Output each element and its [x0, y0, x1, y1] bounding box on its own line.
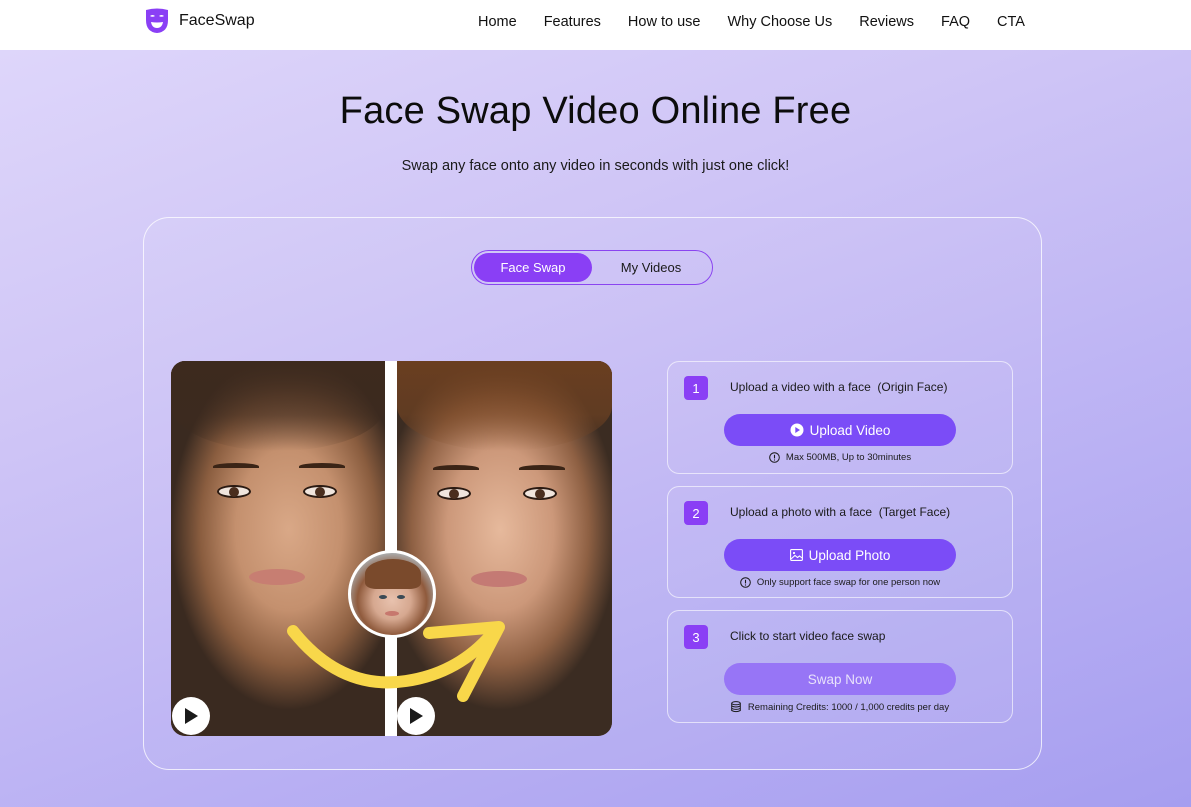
site-header: FaceSwap Home Features How to use Why Ch… [0, 0, 1191, 50]
swap-now-label: Swap Now [807, 671, 873, 687]
play-icon [410, 708, 423, 724]
target-face-thumbnail [348, 550, 436, 638]
face-swap-preview [171, 361, 612, 736]
play-icon [185, 708, 198, 724]
image-icon [789, 549, 803, 561]
database-icon [731, 701, 741, 713]
upload-photo-button[interactable]: Upload Photo [724, 539, 956, 571]
brand-name: FaceSwap [179, 12, 255, 29]
nav-how-to-use[interactable]: How to use [628, 13, 701, 31]
upload-video-label: Upload Video [809, 422, 891, 438]
tab-face-swap[interactable]: Face Swap [474, 253, 592, 282]
nav-reviews[interactable]: Reviews [859, 13, 914, 31]
nav-why-choose-us[interactable]: Why Choose Us [727, 13, 832, 31]
step-swap-now: 3 Click to start video face swap Swap No… [667, 610, 1013, 723]
nav-faq[interactable]: FAQ [941, 13, 970, 31]
remaining-credits: Remaining Credits: 1000 / 1,000 credits … [668, 701, 1012, 713]
page-title: Face Swap Video Online Free [339, 90, 852, 132]
step-number: 3 [684, 625, 708, 649]
step-number: 1 [684, 376, 708, 400]
upload-video-button[interactable]: Upload Video [724, 414, 956, 446]
step-number: 2 [684, 501, 708, 525]
nav-cta[interactable]: CTA [997, 13, 1025, 31]
tab-my-videos[interactable]: My Videos [592, 253, 710, 282]
upload-photo-label: Upload Photo [808, 547, 891, 563]
nav-features[interactable]: Features [544, 13, 601, 31]
step-upload-photo: 2 Upload a photo with a face (Target Fac… [667, 486, 1013, 598]
swapped-face-image [397, 361, 612, 736]
step-upload-video: 1 Upload a video with a face (Origin Fac… [667, 361, 1013, 474]
step-label: Click to start video face swap [730, 629, 886, 643]
swap-now-button[interactable]: Swap Now [724, 663, 956, 695]
play-circle-icon [790, 423, 804, 437]
original-face-image [171, 361, 385, 736]
comparison-divider [385, 361, 397, 736]
mask-logo-icon [146, 8, 168, 33]
play-swapped-button[interactable] [397, 697, 435, 735]
brand-logo[interactable]: FaceSwap [145, 8, 255, 34]
nav-home[interactable]: Home [478, 13, 517, 31]
step-label: Upload a photo with a face (Target Face) [730, 505, 951, 519]
upload-photo-note: Only support face swap for one person no… [668, 577, 1012, 588]
info-icon [740, 577, 751, 588]
step-label: Upload a video with a face (Origin Face) [730, 380, 948, 394]
tab-switcher: Face Swap My Videos [471, 250, 713, 285]
main-nav: Home Features How to use Why Choose Us R… [478, 13, 1025, 31]
upload-video-note: Max 500MB, Up to 30minutes [668, 452, 1012, 463]
info-icon [769, 452, 780, 463]
play-original-button[interactable] [172, 697, 210, 735]
page-subtitle: Swap any face onto any video in seconds … [401, 158, 790, 174]
